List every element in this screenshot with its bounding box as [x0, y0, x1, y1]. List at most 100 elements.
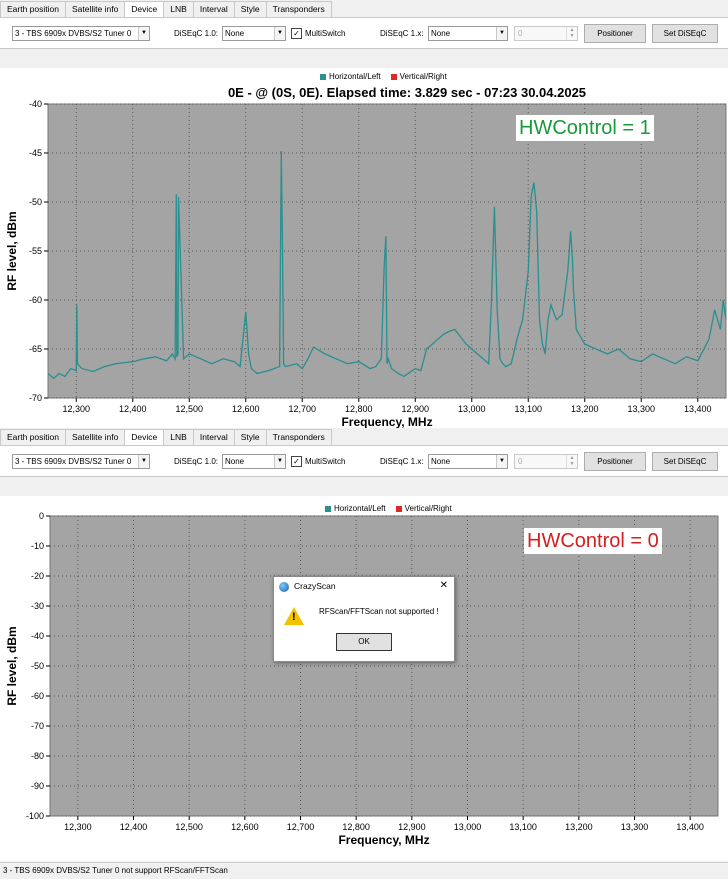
diseqc10-value: None [225, 29, 245, 38]
x-tick-label: 13,100 [509, 822, 537, 832]
y-tick-label: -70 [31, 721, 44, 731]
y-tick-label: 0 [39, 511, 44, 521]
x-tick-label: 13,400 [684, 404, 712, 414]
y-axis-label: RF level, dBm [5, 626, 19, 705]
device-toolbar-bottom: 3 - TBS 6909x DVBS/S2 Tuner 0 ▼ DiSEqC 1… [0, 445, 728, 477]
x-tick-label: 13,200 [565, 822, 593, 832]
y-tick-label: -50 [31, 661, 44, 671]
tab-device[interactable]: Device [124, 1, 165, 18]
status-bar: 3 - TBS 6909x DVBS/S2 Tuner 0 not suppor… [0, 862, 728, 879]
chevron-down-icon: ▼ [274, 27, 285, 40]
hwcontrol-annotation-bottom: HWControl = 0 [524, 528, 662, 554]
tab-lnb[interactable]: LNB [163, 429, 194, 445]
chevron-down-icon: ▼ [496, 455, 507, 468]
multiswitch-label: MultiSwitch [305, 29, 346, 38]
tab-style[interactable]: Style [233, 429, 267, 445]
tab-device[interactable]: Device [124, 429, 165, 446]
diseqc10-label: DiSEqC 1.0: [174, 457, 219, 466]
diseqc10-label: DiSEqC 1.0: [174, 29, 219, 38]
diseqc10-select[interactable]: None ▼ [222, 454, 286, 469]
x-tick-label: 13,400 [676, 822, 704, 832]
x-tick-label: 12,900 [398, 822, 426, 832]
x-tick-label: 12,400 [120, 822, 148, 832]
x-tick-label: 12,800 [345, 404, 373, 414]
y-tick-label: -40 [31, 631, 44, 641]
position-spinner[interactable]: 0 ▲ ▼ [514, 454, 578, 469]
x-tick-label: 13,000 [458, 404, 486, 414]
tab-satellite-info[interactable]: Satellite info [64, 429, 126, 445]
y-tick-label: -70 [29, 393, 42, 403]
spinner-arrows-icon[interactable]: ▲ ▼ [566, 455, 577, 468]
ok-button[interactable]: OK [336, 633, 392, 651]
chart-panel-bottom: Horizontal/Left Vertical/Right 12,300 12,… [0, 496, 728, 861]
y-tick-label: -90 [31, 781, 44, 791]
tab-earth-position[interactable]: Earth position [0, 429, 66, 445]
tab-interval[interactable]: Interval [192, 429, 235, 445]
x-tick-label: 13,300 [627, 404, 655, 414]
y-tick-label: -30 [31, 601, 44, 611]
x-tick-label: 13,200 [571, 404, 599, 414]
chevron-down-icon: ▼ [138, 27, 149, 40]
chart-title: 0E - @ (0S, 0E). Elapsed time: 3.829 sec… [228, 85, 586, 100]
tab-satellite-info[interactable]: Satellite info [64, 1, 126, 17]
x-tick-label: 12,300 [62, 404, 90, 414]
chevron-down-icon: ▼ [138, 455, 149, 468]
tab-transponders[interactable]: Transponders [265, 429, 332, 445]
y-tick-label: -60 [31, 691, 44, 701]
y-tick-label: -65 [29, 344, 42, 354]
tuner-select-value: 3 - TBS 6909x DVBS/S2 Tuner 0 [15, 457, 132, 466]
tuner-select[interactable]: 3 - TBS 6909x DVBS/S2 Tuner 0 ▼ [12, 454, 150, 469]
error-dialog: CrazyScan ✕ ! RFScan/FFTScan not support… [273, 576, 455, 662]
diseqc1x-select[interactable]: None ▼ [428, 454, 508, 469]
tab-style[interactable]: Style [233, 1, 267, 17]
x-tick-label: 12,700 [288, 404, 316, 414]
warning-icon-mark: ! [292, 611, 296, 623]
x-tick-label: 12,300 [64, 822, 92, 832]
tab-lnb[interactable]: LNB [163, 1, 194, 17]
y-tick-label: -45 [29, 148, 42, 158]
set-diseqc-button[interactable]: Set DiSEqC [652, 24, 718, 43]
dialog-message: RFScan/FFTScan not supported ! [319, 607, 439, 616]
x-tick-label: 12,600 [231, 822, 259, 832]
dialog-title-bar: CrazyScan ✕ [274, 577, 454, 597]
y-tick-label: -40 [29, 99, 42, 109]
diseqc1x-label: DiSEqC 1.x: [380, 457, 424, 466]
position-value: 0 [518, 457, 523, 466]
x-tick-label: 12,700 [287, 822, 315, 832]
x-tick-label: 13,000 [454, 822, 482, 832]
multiswitch-checkbox[interactable]: ✓ [291, 28, 302, 39]
positioner-button[interactable]: Positioner [584, 452, 646, 471]
set-diseqc-button[interactable]: Set DiSEqC [652, 452, 718, 471]
chevron-down-icon: ▼ [274, 455, 285, 468]
x-tick-label: 12,900 [401, 404, 429, 414]
dialog-title: CrazyScan [294, 581, 336, 591]
hwcontrol-annotation-top: HWControl = 1 [516, 115, 654, 141]
multiswitch-label: MultiSwitch [305, 457, 346, 466]
diseqc1x-label: DiSEqC 1.x: [380, 29, 424, 38]
position-value: 0 [518, 29, 523, 38]
x-tick-label: 13,300 [621, 822, 649, 832]
diseqc1x-select[interactable]: None ▼ [428, 26, 508, 41]
tuner-select-value: 3 - TBS 6909x DVBS/S2 Tuner 0 [15, 29, 132, 38]
y-tick-label: -60 [29, 295, 42, 305]
tab-earth-position[interactable]: Earth position [0, 1, 66, 17]
spinner-arrows-icon[interactable]: ▲ ▼ [566, 27, 577, 40]
diseqc1x-value: None [431, 457, 451, 466]
diseqc1x-value: None [431, 29, 451, 38]
tab-interval[interactable]: Interval [192, 1, 235, 17]
x-tick-label: 12,800 [342, 822, 370, 832]
chart-panel-top: Horizontal/Left Vertical/Right 12,300 12,… [0, 68, 728, 428]
tuner-select[interactable]: 3 - TBS 6909x DVBS/S2 Tuner 0 ▼ [12, 26, 150, 41]
tab-transponders[interactable]: Transponders [265, 1, 332, 17]
multiswitch-checkbox[interactable]: ✓ [291, 456, 302, 467]
close-icon[interactable]: ✕ [440, 580, 448, 591]
x-tick-label: 12,500 [175, 822, 203, 832]
y-tick-label: -100 [26, 811, 44, 821]
x-tick-label: 12,600 [232, 404, 260, 414]
position-spinner[interactable]: 0 ▲ ▼ [514, 26, 578, 41]
diseqc10-select[interactable]: None ▼ [222, 26, 286, 41]
positioner-button[interactable]: Positioner [584, 24, 646, 43]
tab-bar-bottom: Earth position Satellite info Device LNB Int… [0, 429, 332, 446]
tab-bar-top: Earth position Satellite info Device LNB Int… [0, 1, 332, 18]
y-tick-label: -55 [29, 246, 42, 256]
